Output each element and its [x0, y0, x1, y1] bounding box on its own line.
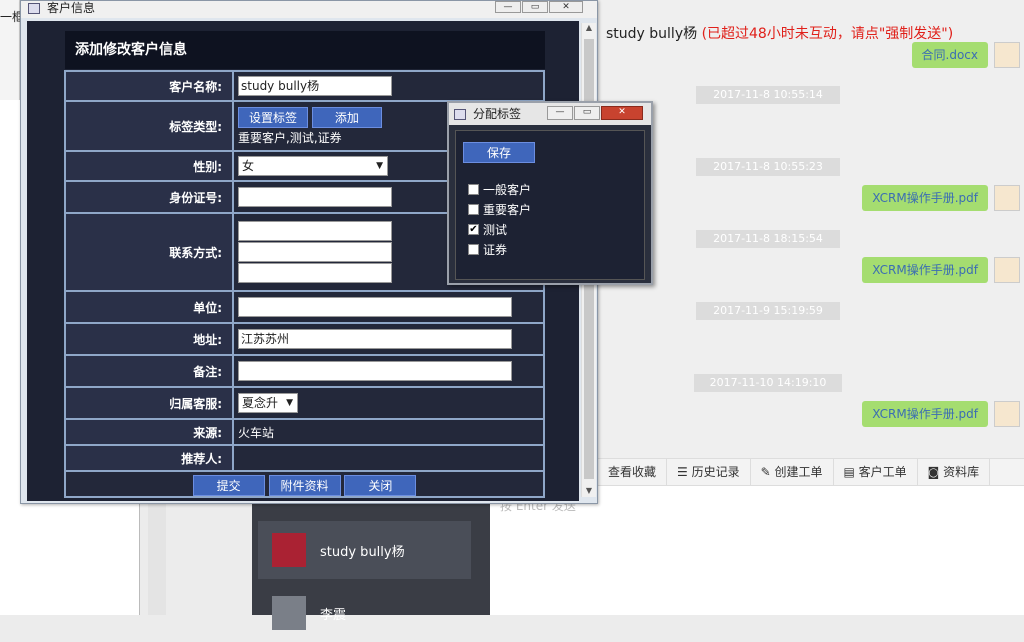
- scrollbar[interactable]: [148, 500, 166, 615]
- customer-name-input[interactable]: study bully杨: [238, 76, 392, 96]
- close-icon[interactable]: ✕: [601, 106, 643, 120]
- checkbox[interactable]: [468, 204, 479, 215]
- avatar: [272, 533, 306, 567]
- file-message[interactable]: XCRM操作手册.pdf: [862, 257, 988, 283]
- avatar: [272, 596, 306, 630]
- toolbar-customer-ticket[interactable]: ▤ 客户工单: [834, 459, 918, 485]
- avatar: [994, 257, 1020, 283]
- timestamp: 2017-11-10 14:19:10: [694, 374, 842, 392]
- tag-option[interactable]: 一般客户: [468, 181, 531, 198]
- id-card-input[interactable]: [238, 187, 392, 207]
- tag-option-label: 测试: [483, 223, 508, 237]
- tag-option[interactable]: 证券: [468, 241, 507, 258]
- file-message[interactable]: 合同.docx: [911, 42, 988, 68]
- field-label: 地址:: [64, 322, 234, 356]
- timestamp: 2017-11-9 15:19:59: [696, 302, 840, 320]
- minimize-icon[interactable]: —: [495, 1, 521, 13]
- field-label: 联系方式:: [64, 212, 234, 292]
- close-button[interactable]: 关闭: [344, 475, 417, 496]
- contact-input[interactable]: [238, 221, 392, 241]
- chat-warning[interactable]: (已超过48小时未互动，请点"强制发送"): [702, 26, 954, 42]
- chat-contact-name: study bully杨: [606, 26, 698, 42]
- submit-button[interactable]: 提交: [192, 475, 265, 496]
- timestamp: 2017-11-8 10:55:23: [696, 158, 840, 176]
- minimize-icon[interactable]: —: [547, 106, 573, 120]
- window-icon: [454, 109, 466, 120]
- contact-item[interactable]: study bully杨: [258, 521, 471, 579]
- ticket-icon: ▤: [843, 465, 859, 479]
- contact-name: study bully杨: [320, 544, 405, 560]
- toolbar-create-ticket[interactable]: ✎ 创建工单: [751, 459, 834, 485]
- field-label: 身份证号:: [64, 180, 234, 214]
- avatar: [994, 401, 1020, 427]
- timestamp: 2017-11-8 18:15:54: [696, 230, 840, 248]
- dropdown-arrow-icon: ▼: [286, 398, 293, 408]
- toolbar-favorites[interactable]: 查看收藏: [598, 459, 668, 485]
- add-tag-button[interactable]: 添加: [311, 106, 382, 128]
- scroll-down-icon[interactable]: ▼: [582, 486, 596, 495]
- toolbar-history[interactable]: ☰ 历史记录: [667, 459, 751, 485]
- company-input[interactable]: [238, 297, 512, 317]
- tag-panel: 保存 一般客户 重要客户 ✔ 测试 证券: [455, 130, 645, 280]
- field-label: 客户名称:: [64, 70, 234, 102]
- checkbox[interactable]: [468, 184, 479, 195]
- scroll-up-icon[interactable]: ▲: [582, 23, 596, 32]
- dialog-title: 客户信息: [47, 1, 96, 15]
- tag-dialog-title: 分配标签: [473, 107, 522, 121]
- chat-toolbar: 查看收藏 ☰ 历史记录 ✎ 创建工单 ▤ 客户工单 ◙ 资料库: [598, 458, 1024, 486]
- save-button[interactable]: 保存: [463, 142, 535, 163]
- contact-input[interactable]: [238, 263, 392, 283]
- tag-dialog: 分配标签 — ▭ ✕ 保存 一般客户 重要客户 ✔ 测试 证券: [447, 101, 653, 285]
- tag-option[interactable]: ✔ 测试: [468, 221, 507, 238]
- file-message[interactable]: XCRM操作手册.pdf: [862, 185, 988, 211]
- field-label: 性别:: [64, 150, 234, 182]
- edit-icon: ✎: [760, 465, 775, 479]
- address-input[interactable]: 江苏苏州: [238, 329, 512, 349]
- attachments-button[interactable]: 附件资料: [268, 475, 341, 496]
- timestamp: 2017-11-8 10:55:14: [696, 86, 840, 104]
- field-label: 归属客服:: [64, 386, 234, 420]
- owner-value: 夏念升: [242, 396, 279, 410]
- referrer-value: [232, 444, 545, 472]
- toolbar-create-label: 创建工单: [774, 465, 823, 479]
- toolbar-library[interactable]: ◙ 资料库: [918, 459, 991, 485]
- checkbox[interactable]: [468, 244, 479, 255]
- maximize-icon[interactable]: ▭: [574, 106, 600, 120]
- contact-list: study bully杨 李震: [252, 500, 490, 630]
- history-icon: ☰: [677, 465, 692, 479]
- chat-header: study bully杨 (已超过48小时未互动，请点"强制发送"): [606, 23, 953, 43]
- maximize-icon[interactable]: ▭: [522, 1, 548, 13]
- database-icon: ◙: [927, 465, 944, 479]
- checkbox-checked[interactable]: ✔: [468, 224, 479, 235]
- file-message[interactable]: XCRM操作手册.pdf: [862, 401, 988, 427]
- window-icon: [28, 3, 40, 14]
- owner-select[interactable]: 夏念升 ▼: [238, 393, 298, 413]
- toolbar-ticket-label: 客户工单: [858, 465, 907, 479]
- field-label: 推荐人:: [64, 444, 234, 472]
- avatar: [994, 42, 1020, 68]
- contact-input[interactable]: [238, 242, 392, 262]
- remark-input[interactable]: [238, 361, 512, 381]
- field-label: 单位:: [64, 290, 234, 324]
- contact-name: 李震: [320, 607, 347, 623]
- field-label: 标签类型:: [64, 100, 234, 152]
- tag-option-label: 重要客户: [483, 203, 532, 217]
- gender-select[interactable]: 女 ▼: [238, 156, 388, 176]
- close-icon[interactable]: ✕: [549, 1, 583, 13]
- tag-option-label: 一般客户: [483, 183, 532, 197]
- toolbar-library-label: 资料库: [943, 465, 980, 479]
- contact-item[interactable]: 李震: [258, 584, 471, 642]
- source-value: 火车站: [232, 418, 545, 446]
- dropdown-arrow-icon: ▼: [376, 161, 383, 171]
- toolbar-history-label: 历史记录: [691, 465, 740, 479]
- avatar: [994, 185, 1020, 211]
- gender-value: 女: [242, 159, 255, 173]
- chat-area: study bully杨 (已超过48小时未互动，请点"强制发送") 合同.do…: [598, 0, 1024, 458]
- tag-option[interactable]: 重要客户: [468, 201, 531, 218]
- field-label: 备注:: [64, 354, 234, 388]
- set-tags-button[interactable]: 设置标签: [238, 106, 308, 128]
- field-label: 来源:: [64, 418, 234, 446]
- tag-option-label: 证券: [483, 243, 508, 257]
- form-heading: 添加修改客户信息: [65, 31, 545, 69]
